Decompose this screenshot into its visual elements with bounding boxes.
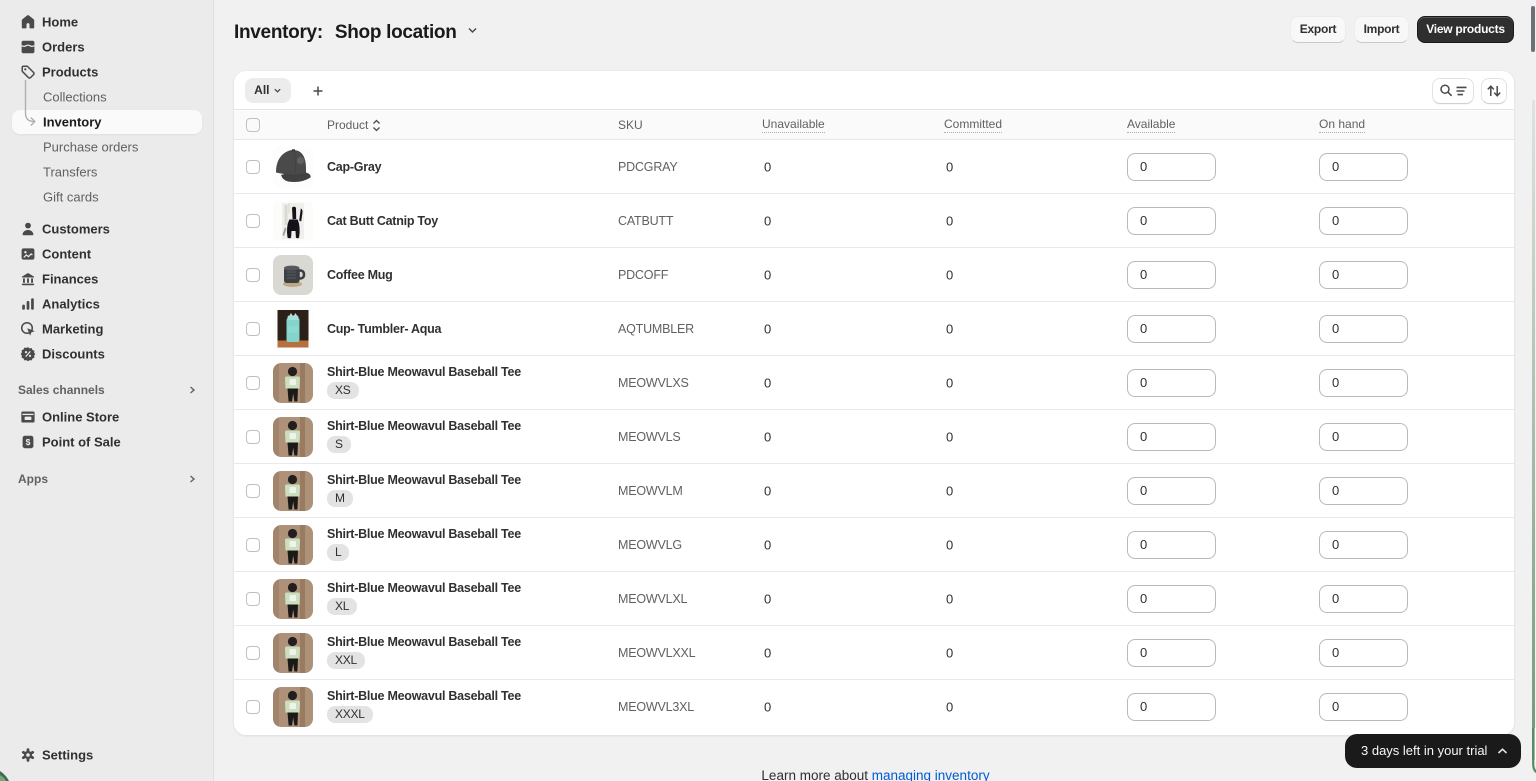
svg-text:$: $ — [26, 437, 31, 447]
